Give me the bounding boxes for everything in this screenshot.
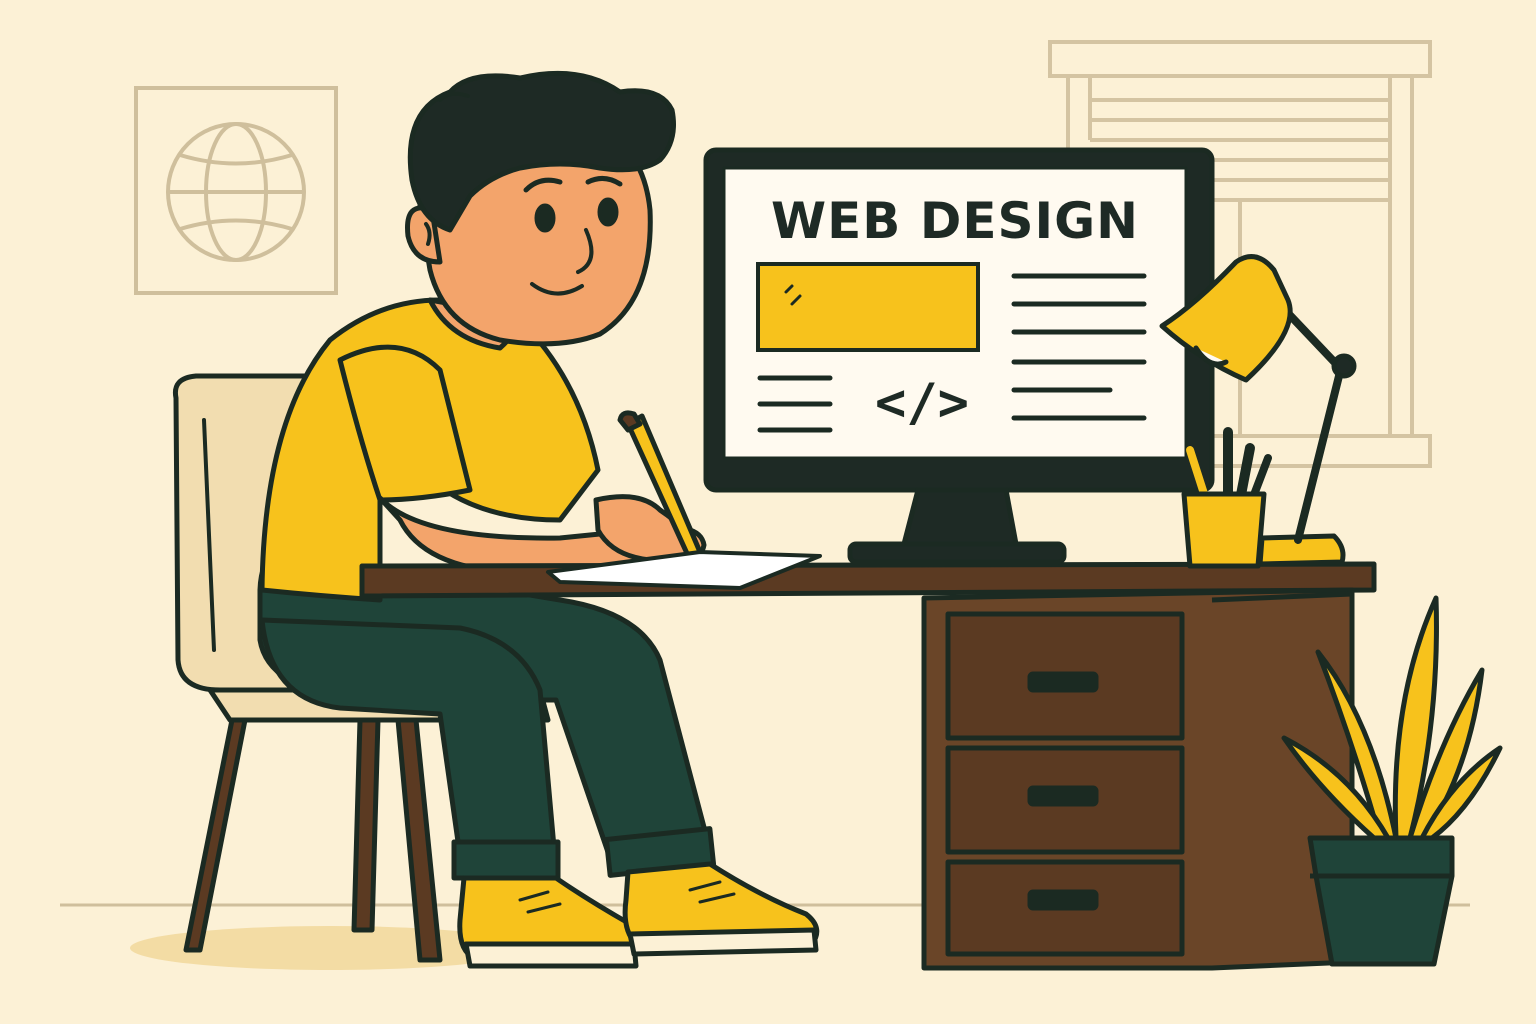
screen-hero-block (756, 262, 980, 352)
screen-title: WEB DESIGN (771, 192, 1139, 250)
code-icon: </> (875, 373, 969, 433)
web-design-illustration: WEB DESIGN </> (0, 0, 1536, 1024)
